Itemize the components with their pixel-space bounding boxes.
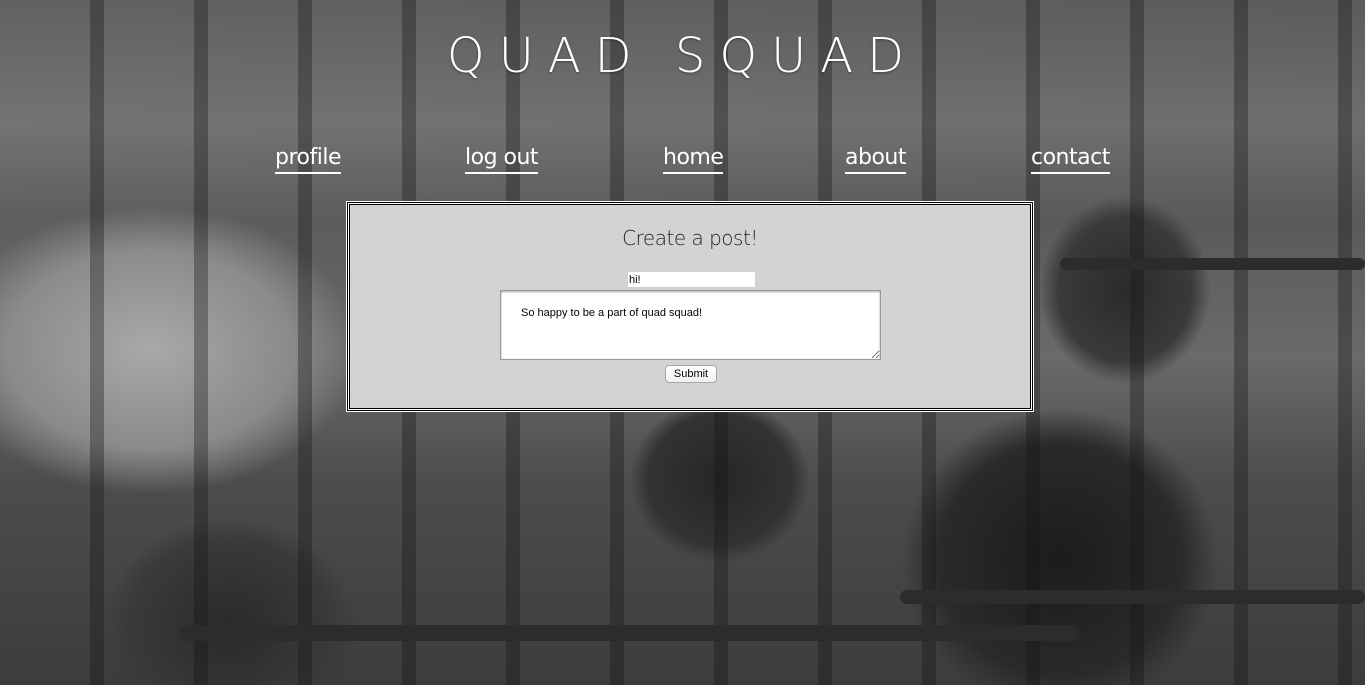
create-post-panel: Create a post! So happy to be a part of …	[346, 201, 1034, 412]
post-title-input[interactable]	[627, 271, 756, 288]
create-post-heading: Create a post!	[622, 226, 758, 250]
site-title: QUAD SQUAD	[446, 28, 919, 84]
nav-link-contact[interactable]: contact	[1031, 144, 1110, 174]
post-body-textarea[interactable]: So happy to be a part of quad squad!	[500, 290, 881, 360]
nav-link-profile[interactable]: profile	[275, 144, 342, 174]
nav-link-home[interactable]: home	[663, 144, 724, 174]
submit-button[interactable]: Submit	[665, 365, 717, 383]
nav-link-about[interactable]: about	[845, 144, 906, 174]
background-bar	[1060, 258, 1365, 270]
create-post-form: Create a post! So happy to be a part of …	[348, 203, 1032, 410]
background-bar	[900, 590, 1365, 604]
nav-link-log-out[interactable]: log out	[465, 144, 539, 174]
background-bar	[180, 625, 1080, 641]
